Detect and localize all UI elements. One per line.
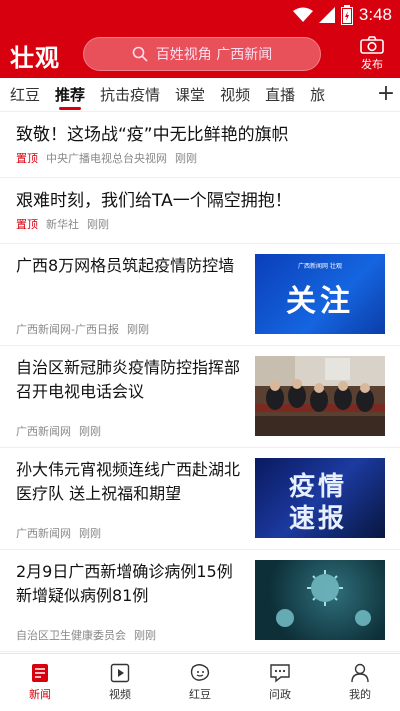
add-channel-icon[interactable]: +: [372, 78, 400, 111]
article-title: 致敬！这场战“疫”中无比鲜艳的旗帜: [16, 125, 289, 145]
camera-icon: [360, 36, 384, 54]
pinned-badge: 置顶: [16, 152, 38, 165]
app-logo: 壮观: [10, 43, 60, 72]
article-time: 刚刚: [134, 629, 156, 642]
list-item[interactable]: 致敬！这场战“疫”中无比鲜艳的旗帜 置顶 中央广播电视总台央视网 刚刚: [0, 112, 400, 178]
article-thumbnail: 疫情 速报: [255, 458, 385, 538]
article-thumbnail: 广西新闻网 壮观 关注: [255, 254, 385, 334]
article-title: 自治区新冠肺炎疫情防控指挥部召开电视电话会议: [16, 358, 241, 401]
hongdou-icon: [190, 664, 210, 681]
bottom-nav: 新闻 视频 红豆 问政 我的: [0, 653, 400, 711]
news-feed: 致敬！这场战“疫”中无比鲜艳的旗帜 置顶 中央广播电视总台央视网 刚刚 艰难时刻…: [0, 112, 400, 653]
pinned-badge: 置顶: [16, 218, 38, 231]
thumbnail-badge: 广西新闻网 壮观: [298, 263, 342, 270]
nav-label: 视频: [109, 688, 131, 701]
search-bar[interactable]: 百姓视角 广西新闻: [83, 37, 321, 71]
video-icon: [110, 663, 130, 683]
thumbnail-text: 关注: [286, 284, 354, 319]
nav-news[interactable]: 新闻: [0, 654, 80, 711]
virus-image: [276, 570, 371, 627]
article-thumbnail: [255, 356, 385, 436]
nav-label: 问政: [269, 688, 291, 701]
tab-epidemic[interactable]: 抗击疫情: [100, 78, 160, 111]
wifi-icon: [292, 7, 313, 22]
chat-icon: [270, 664, 290, 683]
article-title: 广西8万网格员筑起疫情防控墙: [16, 256, 235, 275]
article-source: 广西新闻网-广西日报: [16, 323, 119, 336]
article-title: 艰难时刻，我们给TA一个隔空拥抱！: [16, 191, 292, 211]
article-time: 刚刚: [175, 152, 197, 165]
meeting-photo: [255, 356, 385, 436]
nav-hongdou[interactable]: 红豆: [160, 654, 240, 711]
list-item[interactable]: 孙大伟元宵视频连线广西赴湖北医疗队 送上祝福和期望 广西新闻网 刚刚 疫情 速报: [0, 448, 400, 550]
publish-label: 发布: [361, 58, 383, 71]
tab-classroom[interactable]: 课堂: [175, 78, 205, 111]
nav-label: 红豆: [189, 688, 211, 701]
status-time: 3:48: [358, 5, 392, 24]
search-icon: [132, 46, 148, 62]
news-icon: [32, 664, 48, 682]
tab-live[interactable]: 直播: [265, 78, 295, 111]
article-time: 刚刚: [87, 218, 109, 231]
list-item[interactable]: 2月9日广西新增确诊病例15例 新增疑似病例81例 自治区卫生健康委员会 刚刚: [0, 550, 400, 652]
article-time: 刚刚: [126, 323, 149, 336]
tab-video[interactable]: 视频: [220, 78, 250, 111]
nav-label: 新闻: [29, 688, 51, 701]
list-item[interactable]: 自治区新冠肺炎疫情防控指挥部召开电视电话会议 广西新闻网 刚刚: [0, 346, 400, 448]
nav-wenzheng[interactable]: 问政: [240, 654, 320, 711]
tab-recommend[interactable]: 推荐: [55, 78, 85, 111]
article-thumbnail: [255, 560, 385, 640]
nav-label: 我的: [349, 688, 371, 701]
article-time: 刚刚: [79, 527, 101, 540]
nav-video[interactable]: 视频: [80, 654, 160, 711]
channel-tabs: 红豆 推荐 抗击疫情 课堂 视频 直播 旅 +: [0, 78, 400, 112]
article-time: 刚刚: [79, 425, 101, 438]
list-item[interactable]: 艰难时刻，我们给TA一个隔空拥抱！ 置顶 新华社 刚刚: [0, 178, 400, 244]
profile-icon: [351, 663, 369, 683]
nav-profile[interactable]: 我的: [320, 654, 400, 711]
article-title: 2月9日广西新增确诊病例15例 新增疑似病例81例: [16, 562, 233, 605]
article-source: 广西新闻网: [16, 527, 71, 540]
status-bar: 3:48: [0, 0, 400, 32]
search-placeholder: 百姓视角 广西新闻: [155, 47, 273, 63]
tab-travel[interactable]: 旅: [310, 78, 325, 111]
publish-button[interactable]: 发布: [356, 36, 388, 72]
app-header: 壮观 百姓视角 广西新闻 发布: [0, 32, 400, 78]
battery-icon: [340, 5, 353, 25]
thumbnail-text: 速报: [289, 504, 348, 534]
signal-icon: [318, 7, 335, 23]
article-source: 广西新闻网: [16, 425, 71, 438]
tab-hongdou[interactable]: 红豆: [10, 78, 40, 111]
article-source: 自治区卫生健康委员会: [16, 629, 126, 642]
article-source: 新华社: [46, 218, 79, 231]
article-source: 中央广播电视总台央视网: [46, 152, 167, 165]
article-title: 孙大伟元宵视频连线广西赴湖北医疗队 送上祝福和期望: [16, 460, 241, 503]
list-item[interactable]: 广西8万网格员筑起疫情防控墙 广西新闻网-广西日报 刚刚 广西新闻网 壮观 关注: [0, 244, 400, 346]
